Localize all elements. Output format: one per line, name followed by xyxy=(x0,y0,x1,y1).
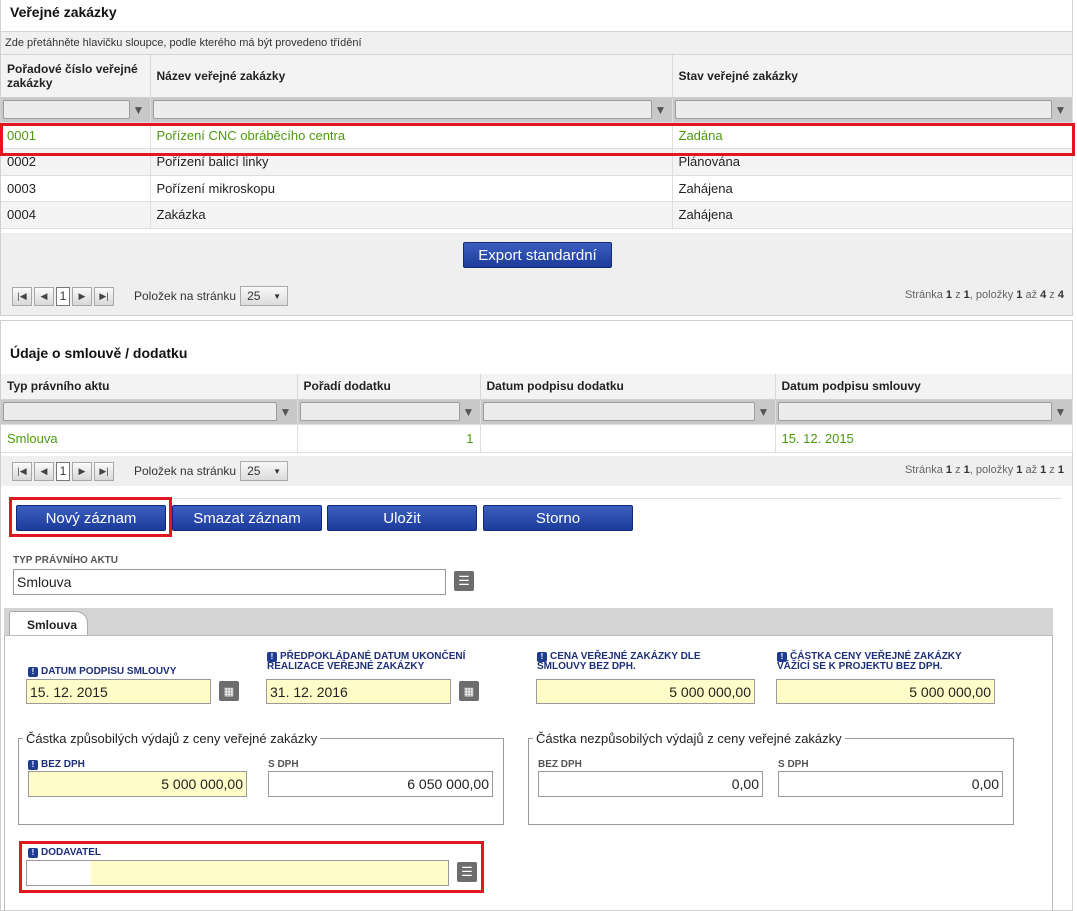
per-page-select[interactable]: 25 ▼ xyxy=(240,286,289,306)
project-amount-label: ! ČÁSTKA CENY VEŘEJNÉ ZAKÁZKY VÁŽÍCÍ SE K… xyxy=(777,651,962,672)
column-header-number[interactable]: Pořadové číslo veřejné zakázky xyxy=(1,55,151,98)
first-page-icon[interactable]: |◀ xyxy=(12,286,32,306)
pager-info: Stránka 1 z 1, položky 1 až 4 z 4 xyxy=(904,289,1064,301)
eligible-costs-legend: Částka způsobilých výdajů z ceny veřejné… xyxy=(26,731,318,746)
contract-sign-date-input[interactable]: 15. 12. 2015 xyxy=(26,679,211,704)
ineligible-excl-vat-label: BEZ DPH xyxy=(538,759,582,770)
contract-price-label: ! CENA VEŘEJNÉ ZAKÁZKY DLE SMLOUVY BEZ DP… xyxy=(537,651,701,672)
calendar-icon[interactable]: ▦ xyxy=(219,681,239,701)
cell-amendment-order[interactable]: 1 xyxy=(297,424,481,453)
column-header-name[interactable]: Název veřejné zakázky xyxy=(150,55,673,98)
column-header-contract-date[interactable]: Datum podpisu smlouvy xyxy=(775,374,1073,400)
end-date-label: ! PŘEDPOKLÁDANÉ DATUM UKONČENÍ REALIZACE … xyxy=(267,651,466,672)
page-number[interactable]: 1 xyxy=(56,286,70,306)
cell-contract-date[interactable]: 15. 12. 2015 xyxy=(775,424,1073,453)
tab-strip xyxy=(4,608,1053,635)
filter-input-act-type[interactable] xyxy=(3,402,277,421)
filter-icon[interactable]: ▼ xyxy=(652,103,670,117)
save-button[interactable]: Uložit xyxy=(327,505,477,531)
next-page-icon[interactable]: ▶ xyxy=(72,286,92,306)
cell-number[interactable]: 0003 xyxy=(1,175,151,202)
contract-price-input[interactable]: 5 000 000,00 xyxy=(536,679,755,704)
ineligible-costs-legend: Částka nezpůsobilých výdajů z ceny veřej… xyxy=(536,731,842,746)
table-row[interactable]: 0004 Zakázka Zahájena xyxy=(1,201,1073,229)
column-header-status[interactable]: Stav veřejné zakázky xyxy=(672,55,1073,98)
table-row[interactable]: 0003 Pořízení mikroskopu Zahájena xyxy=(1,175,1073,202)
next-page-icon[interactable]: ▶ xyxy=(72,461,92,481)
pager: |◀ ◀ 1 ▶ ▶| Položek na stránku 25 ▼ xyxy=(12,286,289,306)
ineligible-incl-vat-input[interactable]: 0,00 xyxy=(778,771,1003,797)
eligible-incl-vat-input[interactable]: 6 050 000,00 xyxy=(268,771,493,797)
filter-icon[interactable]: ▼ xyxy=(755,405,773,419)
column-header-amendment-date[interactable]: Datum podpisu dodatku xyxy=(480,374,776,400)
section-title-contract: Údaje o smlouvě / dodatku xyxy=(10,345,188,361)
export-standard-button[interactable]: Export standardní xyxy=(463,242,612,268)
last-page-icon[interactable]: ▶| xyxy=(94,461,114,481)
filter-icon[interactable]: ▼ xyxy=(460,405,478,419)
project-amount-input[interactable]: 5 000 000,00 xyxy=(776,679,995,704)
list-icon[interactable]: ☰ xyxy=(454,571,474,591)
act-type-label: TYP PRÁVNÍHO AKTU xyxy=(13,555,119,566)
ineligible-incl-vat-label: S DPH xyxy=(778,759,809,770)
filter-icon[interactable]: ▼ xyxy=(130,103,148,117)
filter-icon[interactable]: ▼ xyxy=(1052,405,1070,419)
column-header-amendment-order[interactable]: Pořadí dodatku xyxy=(297,374,481,400)
filter-input-number[interactable] xyxy=(3,100,130,119)
cell-status[interactable]: Zahájena xyxy=(672,201,1073,229)
first-page-icon[interactable]: |◀ xyxy=(12,461,32,481)
eligible-incl-vat-label: S DPH xyxy=(268,759,299,770)
section-title-public-contracts: Veřejné zakázky xyxy=(10,4,117,20)
group-by-hint: Zde přetáhněte hlavičku sloupce, podle k… xyxy=(1,31,1072,55)
per-page-label: Položek na stránku xyxy=(134,464,237,478)
required-icon: ! xyxy=(28,760,38,770)
cancel-button[interactable]: Storno xyxy=(483,505,633,531)
cell-number[interactable]: 0004 xyxy=(1,201,151,229)
pager: |◀ ◀ 1 ▶ ▶| Položek na stránku 25 ▼ xyxy=(12,461,289,481)
prev-page-icon[interactable]: ◀ xyxy=(34,286,54,306)
end-date-input[interactable]: 31. 12. 2016 xyxy=(266,679,451,704)
public-contracts-panel: Veřejné zakázky Zde přetáhněte hlavičku … xyxy=(0,0,1073,316)
required-icon: ! xyxy=(28,667,38,677)
filter-input-amendment-date[interactable] xyxy=(482,402,755,421)
cell-name[interactable]: Zakázka xyxy=(150,201,673,229)
pager-info: Stránka 1 z 1, položky 1 až 1 z 1 xyxy=(904,464,1064,476)
eligible-excl-vat-label: ! BEZ DPH xyxy=(28,760,85,770)
ineligible-excl-vat-input[interactable]: 0,00 xyxy=(538,771,763,797)
filter-icon[interactable]: ▼ xyxy=(1052,103,1070,117)
delete-record-button[interactable]: Smazat záznam xyxy=(172,505,322,531)
filter-input-contract-date[interactable] xyxy=(777,402,1052,421)
column-header-act-type[interactable]: Typ právního aktu xyxy=(1,374,298,400)
tab-smlouva[interactable]: Smlouva xyxy=(9,611,88,636)
contract-sign-date-label: ! DATUM PODPISU SMLOUVY xyxy=(28,667,208,677)
cell-status[interactable]: Zahájena xyxy=(672,175,1073,202)
dropdown-arrow-icon: ▼ xyxy=(273,291,282,301)
last-page-icon[interactable]: ▶| xyxy=(94,286,114,306)
per-page-select[interactable]: 25 ▼ xyxy=(240,461,289,481)
cell-name[interactable]: Pořízení mikroskopu xyxy=(150,175,673,202)
filter-input-amendment-order[interactable] xyxy=(299,402,460,421)
highlight-new-record xyxy=(9,497,172,537)
page-number[interactable]: 1 xyxy=(56,461,70,481)
act-type-field[interactable]: Smlouva xyxy=(13,569,446,595)
per-page-label: Položek na stránku xyxy=(134,289,237,303)
table-row[interactable]: Smlouva 1 15. 12. 2015 xyxy=(1,424,1073,453)
calendar-icon[interactable]: ▦ xyxy=(459,681,479,701)
cell-act-type[interactable]: Smlouva xyxy=(1,424,298,453)
prev-page-icon[interactable]: ◀ xyxy=(34,461,54,481)
eligible-excl-vat-input[interactable]: 5 000 000,00 xyxy=(28,771,247,797)
filter-icon[interactable]: ▼ xyxy=(277,405,295,419)
dropdown-arrow-icon: ▼ xyxy=(273,466,282,476)
contract-grid: Typ právního aktu Pořadí dodatku Datum p… xyxy=(1,374,1073,453)
cell-amendment-date[interactable] xyxy=(480,424,776,453)
highlight-supplier xyxy=(19,841,484,893)
filter-input-name[interactable] xyxy=(152,100,652,119)
filter-input-status[interactable] xyxy=(674,100,1052,119)
highlight-selected-contract xyxy=(0,123,1075,156)
